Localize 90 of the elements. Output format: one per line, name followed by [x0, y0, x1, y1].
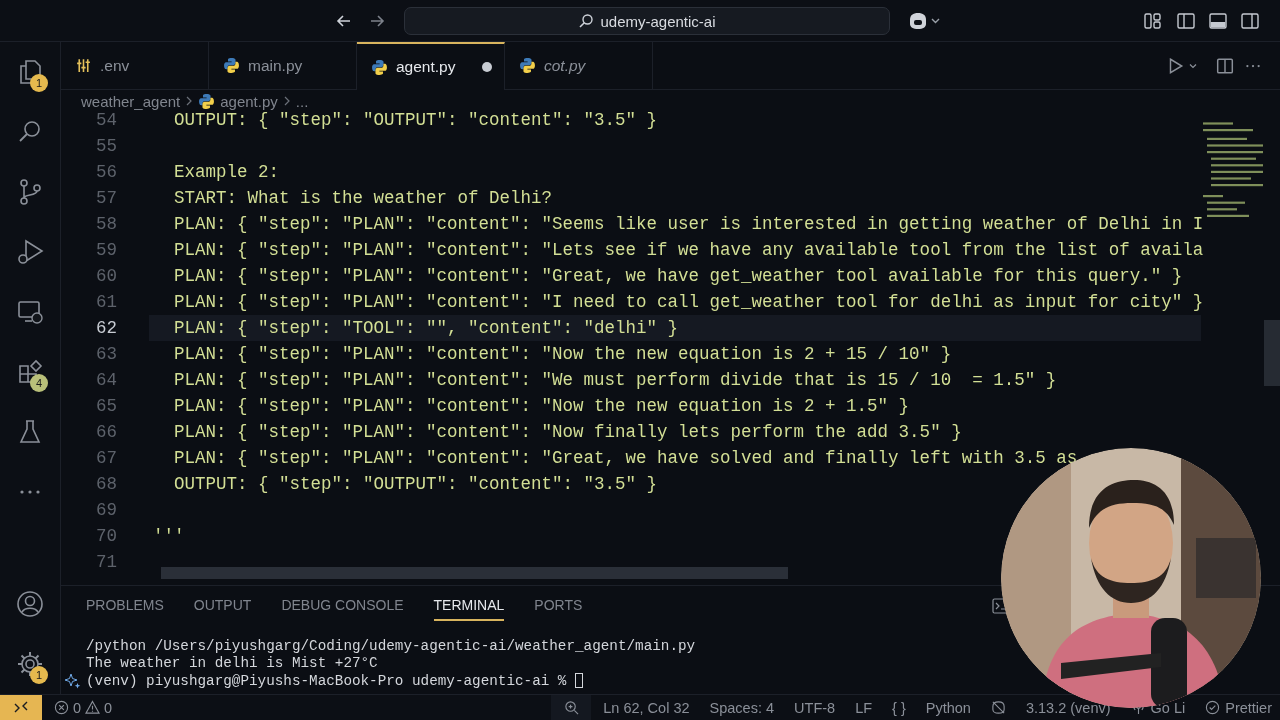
status-item[interactable]: { } [892, 699, 906, 716]
terminal-output: The weather in delhi is Mist +27°C [86, 655, 378, 672]
panel-tab[interactable]: OUTPUT [193, 591, 252, 621]
breadcrumb-item[interactable]: weather_agent [81, 92, 181, 110]
python-file-icon [198, 92, 216, 110]
remote-explorer-icon[interactable] [16, 298, 44, 326]
line-number: 57 [95, 188, 117, 208]
extensions-icon[interactable] [16, 358, 44, 386]
notification-badge: 1 [30, 74, 48, 92]
chevron-right-icon [282, 95, 291, 107]
line-number: 62 [95, 318, 117, 338]
code-line: OUTPUT: { "step": "OUTPUT": "content": "3.5" } [173, 474, 658, 494]
line-number: 71 [95, 552, 117, 572]
line-number: 69 [95, 500, 117, 520]
code-line: PLAN: { "step": "PLAN": "content": "We must perform divide that is 15 / 10 = 1.5" } [173, 370, 1057, 390]
line-number: 64 [95, 370, 117, 390]
split-editor-icon[interactable] [1216, 56, 1234, 75]
chevron-right-icon [185, 95, 194, 107]
editor-tab[interactable]: .env [61, 42, 209, 89]
status-item[interactable]: LF [855, 699, 873, 716]
panel-tab[interactable]: DEBUG CONSOLE [281, 591, 404, 621]
line-number: 67 [95, 448, 117, 468]
code-line: PLAN: { "step": "PLAN": "content": "Now the new equation is 2 + 15 / 10" } [173, 344, 952, 364]
line-number: 66 [95, 422, 117, 442]
line-number: 56 [95, 162, 117, 182]
sliders-icon [75, 57, 92, 74]
code-line: PLAN: { "step": "TOOL": "", "content": "delhi" } [173, 318, 679, 338]
status-item[interactable]: Python [925, 699, 971, 716]
line-number: 60 [95, 266, 117, 286]
settings-icon[interactable] [16, 650, 44, 678]
line-number: 61 [95, 292, 117, 312]
breadcrumb-item[interactable]: agent.py [220, 92, 278, 110]
secondary-sidebar-icon[interactable] [1240, 11, 1260, 31]
code-line: START: What is the weather of Delhi? [173, 188, 553, 208]
python-file-icon [223, 57, 240, 74]
status-item[interactable]: Spaces: 4 [709, 699, 775, 716]
panel-tab[interactable]: PORTS [534, 591, 583, 621]
line-number: 70 [95, 526, 117, 546]
line-number: 59 [95, 240, 117, 260]
code-line: OUTPUT: { "step": "OUTPUT": "content": "3.5" } [173, 112, 658, 130]
terminal-output: /python /Users/piyushgarg/Coding/udemy-agentic-ai/weather_agent/main.py [86, 637, 696, 654]
warning-count[interactable]: 0 [104, 699, 113, 716]
code-line: PLAN: { "step": "PLAN": "content": "I need to call get_weather tool for delhi as input for city" } [173, 292, 1204, 312]
scrollbar-thumb[interactable] [1264, 320, 1280, 386]
layout-icon[interactable] [1143, 11, 1163, 31]
sparkle-icon[interactable] [65, 672, 81, 689]
notification-badge: 4 [30, 374, 48, 392]
status-item[interactable]: UTF-8 [794, 699, 836, 716]
search-icon [578, 13, 595, 29]
line-number: 65 [95, 396, 117, 416]
terminal-cursor [575, 673, 584, 689]
error-icon[interactable] [54, 700, 69, 715]
code-line: PLAN: { "step": "PLAN": "content": "Great, we have get_weather tool available for this query." } [173, 266, 1183, 286]
zoom-in-icon [563, 700, 579, 715]
python-file-icon [519, 57, 536, 74]
line-number: 68 [95, 474, 117, 494]
code-line: PLAN: { "step": "PLAN": "content": "Now finally lets perform the add 3.5" } [173, 422, 962, 442]
editor-tab[interactable]: agent.py [357, 42, 505, 90]
command-search-field[interactable]: udemy-agentic-ai [404, 7, 890, 35]
zoom-button[interactable] [551, 695, 592, 720]
status-item[interactable]: 3.13.2 (venv) [1025, 699, 1111, 716]
run-debug-icon[interactable] [16, 238, 44, 266]
terminal-prompt: (venv) piyushgarg@Piyushs-MacBook-Pro udemy-agentic-ai % [86, 672, 568, 689]
code-line: PLAN: { "step": "PLAN": "content": "Seems like user is interested in getting weather of Delhi in I [173, 214, 1204, 234]
status-item[interactable]: Ln 62, Col 32 [603, 699, 690, 716]
line-number: 54 [95, 112, 117, 130]
panel-tab[interactable]: PROBLEMS [86, 591, 164, 621]
line-number: 55 [95, 136, 117, 156]
check-circle-icon [1205, 700, 1221, 715]
notification-badge: 1 [30, 666, 48, 684]
python-file-icon [371, 58, 388, 76]
status-item[interactable]: Prettier [1205, 699, 1272, 716]
panel-tab[interactable]: TERMINAL [433, 591, 505, 621]
remote-button[interactable] [0, 695, 42, 720]
account-icon[interactable] [16, 590, 44, 618]
copilot-off-icon[interactable] [990, 700, 1006, 715]
panel-toggle-icon[interactable] [1208, 11, 1228, 31]
code-line: PLAN: { "step": "PLAN": "content": "Great, we have solved and finally left with 3.5 as [173, 448, 1078, 468]
breadcrumb-item[interactable]: ... [295, 92, 309, 110]
code-line: PLAN: { "step": "PLAN": "content": "Lets see if we have any available tool from the list of availa [173, 240, 1204, 260]
code-line: Example 2: [173, 162, 280, 182]
code-line: ''' [153, 526, 185, 546]
editor-tab[interactable]: cot.py [505, 42, 653, 89]
warning-icon[interactable] [85, 700, 101, 715]
horizontal-scrollbar[interactable] [161, 567, 788, 579]
line-number: 63 [95, 344, 117, 364]
error-count[interactable]: 0 [73, 699, 82, 716]
line-number: 58 [95, 214, 117, 234]
code-line: PLAN: { "step": "PLAN": "content": "Now the new equation is 2 + 1.5" } [173, 396, 910, 416]
sidebar-toggle-icon[interactable] [1176, 11, 1196, 31]
